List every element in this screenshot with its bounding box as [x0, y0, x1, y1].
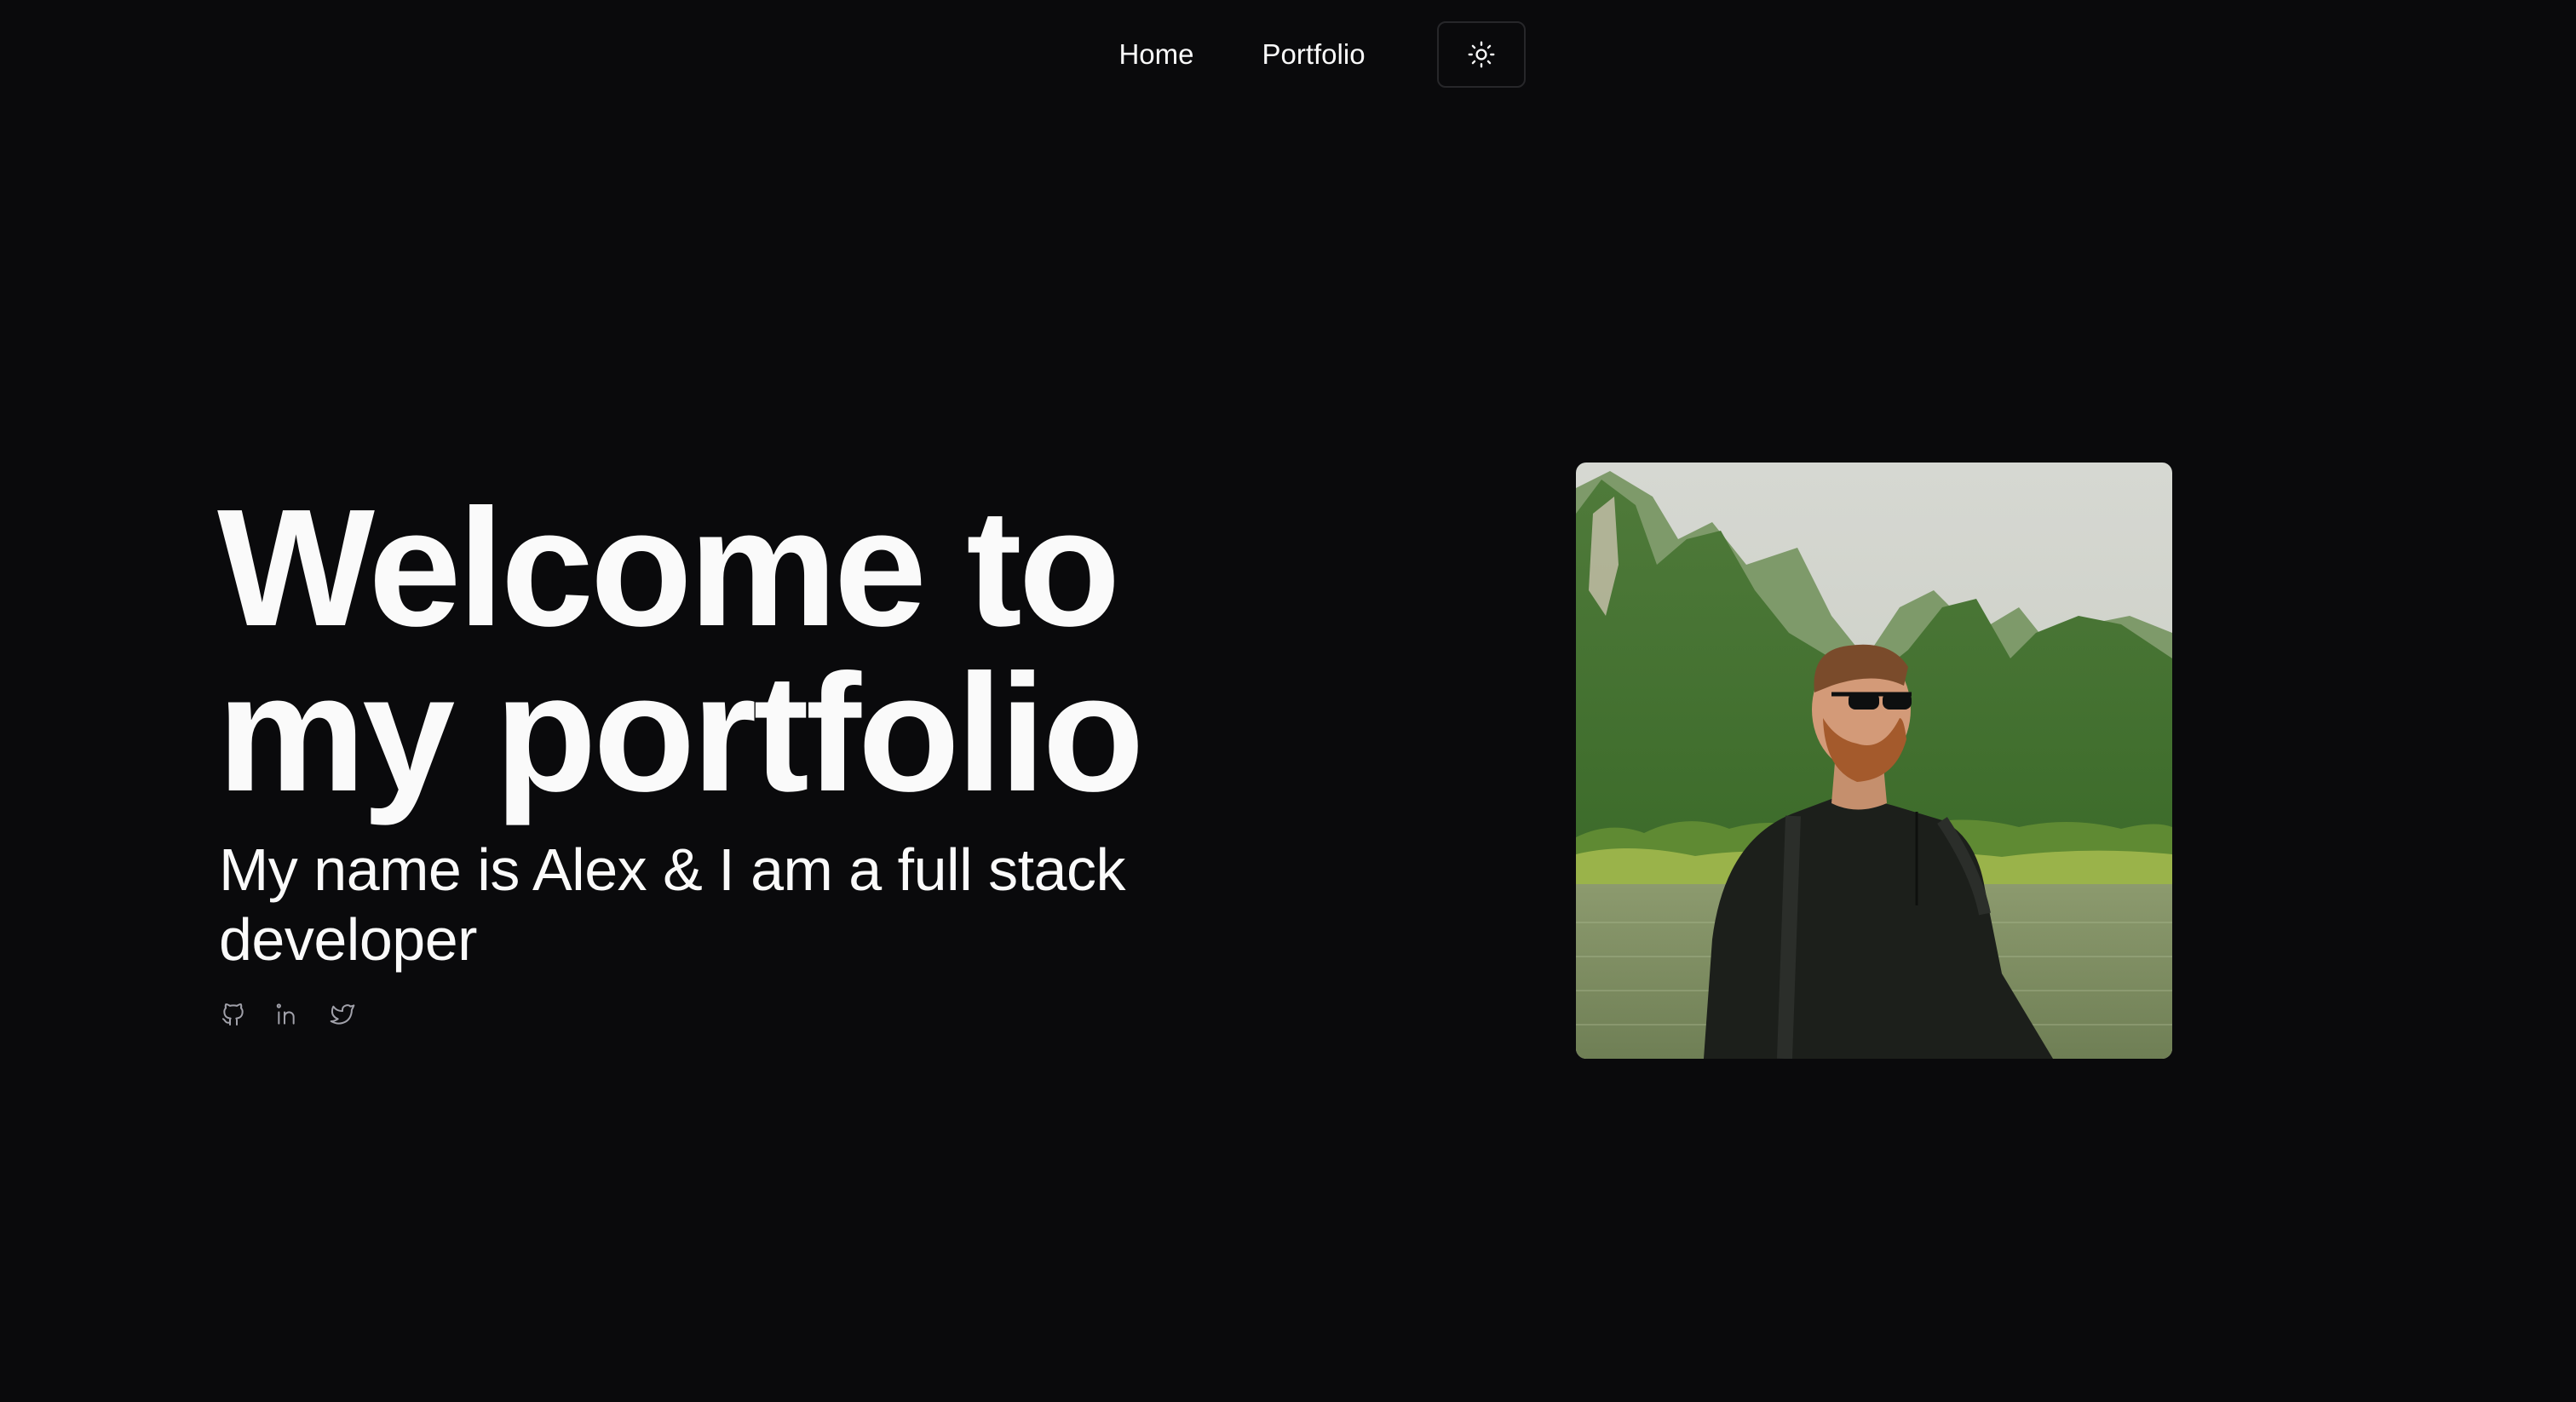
nav-inner: Home Portfolio — [1084, 21, 1526, 88]
hero-subtitle: My name is Alex & I am a full stack deve… — [219, 836, 1125, 973]
profile-photo-illustration — [1576, 463, 2172, 1059]
linkedin-link[interactable] — [273, 1000, 302, 1029]
nav-link-home[interactable]: Home — [1101, 30, 1210, 79]
profile-photo — [1576, 463, 2172, 1059]
sun-icon — [1468, 41, 1494, 68]
github-link[interactable] — [219, 1000, 248, 1029]
top-nav: Home Portfolio — [0, 20, 2576, 89]
twitter-link[interactable] — [328, 1000, 357, 1029]
social-links — [219, 1000, 1239, 1029]
twitter-icon — [330, 1004, 355, 1025]
hero-section: Welcome to my portfolio My name is Alex … — [217, 474, 1239, 1029]
page: Home Portfolio Welcome to my portfolio M… — [0, 0, 2576, 1402]
linkedin-icon — [276, 1003, 295, 1025]
github-icon — [222, 1003, 244, 1026]
theme-toggle-button[interactable] — [1436, 21, 1526, 88]
nav-link-portfolio[interactable]: Portfolio — [1245, 30, 1382, 79]
hero-title: Welcome to my portfolio — [217, 474, 1144, 826]
